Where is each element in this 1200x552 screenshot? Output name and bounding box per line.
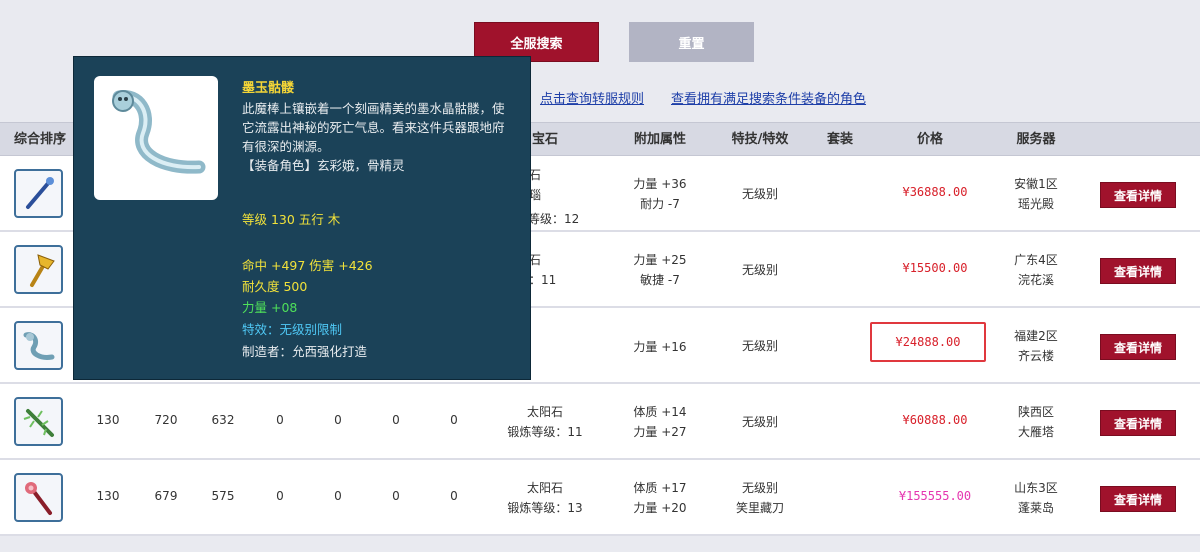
stat-7: 0 xyxy=(450,413,458,427)
server-region: 陕西区 xyxy=(1017,405,1054,419)
level: 130 xyxy=(96,413,120,427)
attr-1: 力量 +16 xyxy=(633,340,687,354)
header-price[interactable]: 价格 xyxy=(890,123,970,157)
stat-5: 0 xyxy=(334,413,342,427)
server-region: 山东3区 xyxy=(1014,481,1058,495)
server-name: 浣花溪 xyxy=(1017,273,1054,287)
attr-1: 力量 +36 xyxy=(633,177,687,191)
attr-2: 力量 +27 xyxy=(633,425,687,439)
server-name: 齐云楼 xyxy=(1017,349,1054,363)
header-server: 服务器 xyxy=(1016,132,1056,147)
golden-staff-icon[interactable] xyxy=(14,245,63,294)
reset-button[interactable]: 重置 xyxy=(629,22,754,62)
view-detail-button[interactable]: 查看详情 xyxy=(1100,182,1176,208)
item-maker: 制造者：允西强化打造 xyxy=(242,344,368,359)
attr-1: 体质 +17 xyxy=(633,481,687,495)
server-region: 福建2区 xyxy=(1014,329,1058,343)
price: ¥15500.00 xyxy=(902,261,968,275)
staff-blue-icon[interactable] xyxy=(14,169,63,218)
item-lore: 此魔棒上镶嵌着一个刻画精美的墨水晶骷髅，使它流露出神秘的死亡气息。看来这件兵器跟… xyxy=(242,101,505,154)
price: ¥36888.00 xyxy=(902,185,968,199)
server-name: 瑶光殿 xyxy=(1017,197,1054,211)
item-strength: 力量 +08 xyxy=(242,300,298,315)
skill: 无级别 xyxy=(741,415,778,429)
hit: 679 xyxy=(154,489,178,503)
damage: 575 xyxy=(211,489,235,503)
crystal-skull-staff-icon xyxy=(94,76,218,200)
stat-6: 0 xyxy=(392,489,400,503)
skill: 无级别 xyxy=(741,187,778,201)
attr-2: 力量 +20 xyxy=(633,501,687,515)
price: ¥60888.00 xyxy=(902,413,968,427)
stat-4: 0 xyxy=(276,489,284,503)
transfer-rules-link[interactable]: 点击查询转服规则 xyxy=(540,88,644,107)
attr-2: 敏捷 -7 xyxy=(640,273,680,287)
header-set: 套装 xyxy=(826,132,853,147)
view-detail-button[interactable]: 查看详情 xyxy=(1100,258,1176,284)
table-row: 130 720 632 0 0 0 0 太阳石 锻炼等级：11 体质 +14 力… xyxy=(0,384,1200,460)
attr-1: 体质 +14 xyxy=(633,405,687,419)
item-tooltip: 墨玉骷髅 此魔棒上镶嵌着一个刻画精美的墨水晶骷髅，使它流露出神秘的死亡气息。看来… xyxy=(73,56,531,380)
matching-roles-link[interactable]: 查看拥有满足搜索条件装备的角色 xyxy=(671,88,866,107)
crystal-skull-staff-icon[interactable] xyxy=(14,321,63,370)
header-skill: 特技/特效 xyxy=(731,132,789,147)
item-durability: 耐久度 500 xyxy=(242,279,308,294)
attr-1: 力量 +25 xyxy=(633,253,687,267)
price: ¥24888.00 xyxy=(870,322,986,362)
special-skill: 笑里藏刀 xyxy=(735,501,784,515)
item-hit-damage: 命中 +497 伤害 +426 xyxy=(242,258,373,273)
price-highlight-box: ¥24888.00 xyxy=(870,322,986,362)
level: 130 xyxy=(96,489,120,503)
view-detail-button[interactable]: 查看详情 xyxy=(1100,334,1176,360)
stat-4: 0 xyxy=(276,413,284,427)
item-description: 此魔棒上镶嵌着一个刻画精美的墨水晶骷髅，使它流露出神秘的死亡气息。看来这件兵器跟… xyxy=(242,99,514,175)
server-region: 安徽1区 xyxy=(1014,177,1058,191)
stat-5: 0 xyxy=(334,489,342,503)
view-detail-button[interactable]: 查看详情 xyxy=(1100,486,1176,512)
view-detail-button[interactable]: 查看详情 xyxy=(1100,410,1176,436)
gem-name: 太阳石 xyxy=(526,481,563,495)
skill: 无级别 xyxy=(741,481,778,495)
gem-level: 等级：12 xyxy=(528,212,580,226)
item-role: 【装备角色】玄彩娥，骨精灵 xyxy=(242,158,405,173)
attr-2: 耐力 -7 xyxy=(640,197,680,211)
thorn-staff-icon[interactable] xyxy=(14,397,63,446)
server-region: 广东4区 xyxy=(1014,253,1058,267)
stat-7: 0 xyxy=(450,489,458,503)
stat-6: 0 xyxy=(392,413,400,427)
price: ¥155555.00 xyxy=(898,489,972,503)
skill: 无级别 xyxy=(741,339,778,353)
item-level: 等级 130 五行 木 xyxy=(242,212,341,227)
gem-name: 太阳石 xyxy=(526,405,563,419)
damage: 632 xyxy=(211,413,235,427)
gem-level: 锻炼等级：11 xyxy=(507,425,583,439)
server-name: 蓬莱岛 xyxy=(1017,501,1054,515)
server-name: 大雁塔 xyxy=(1017,425,1054,439)
header-extra-attr: 附加属性 xyxy=(633,132,686,147)
header-sort[interactable]: 综合排序 xyxy=(0,123,80,157)
table-row: 130 679 575 0 0 0 0 太阳石 锻炼等级：13 体质 +17 力… xyxy=(0,460,1200,536)
item-effect: 特效：无级别限制 xyxy=(242,322,343,337)
gem-level: 锻炼等级：13 xyxy=(507,501,583,515)
hit: 720 xyxy=(154,413,178,427)
skill: 无级别 xyxy=(741,263,778,277)
flower-staff-icon[interactable] xyxy=(14,473,63,522)
item-name: 墨玉骷髅 xyxy=(242,81,295,96)
